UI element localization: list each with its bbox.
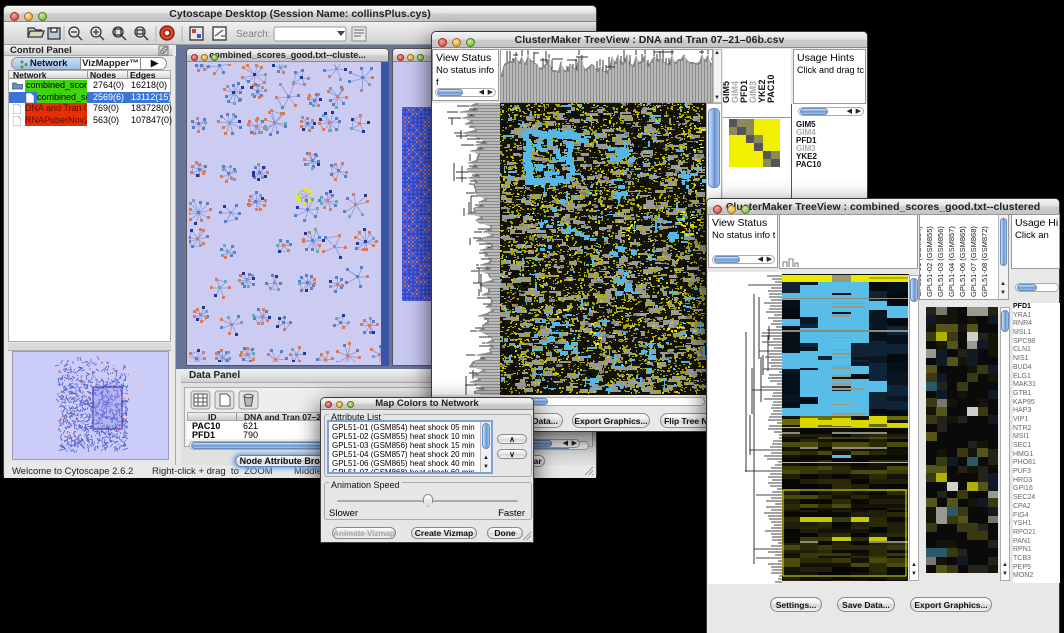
- svg-text:Search:: Search:: [236, 29, 270, 40]
